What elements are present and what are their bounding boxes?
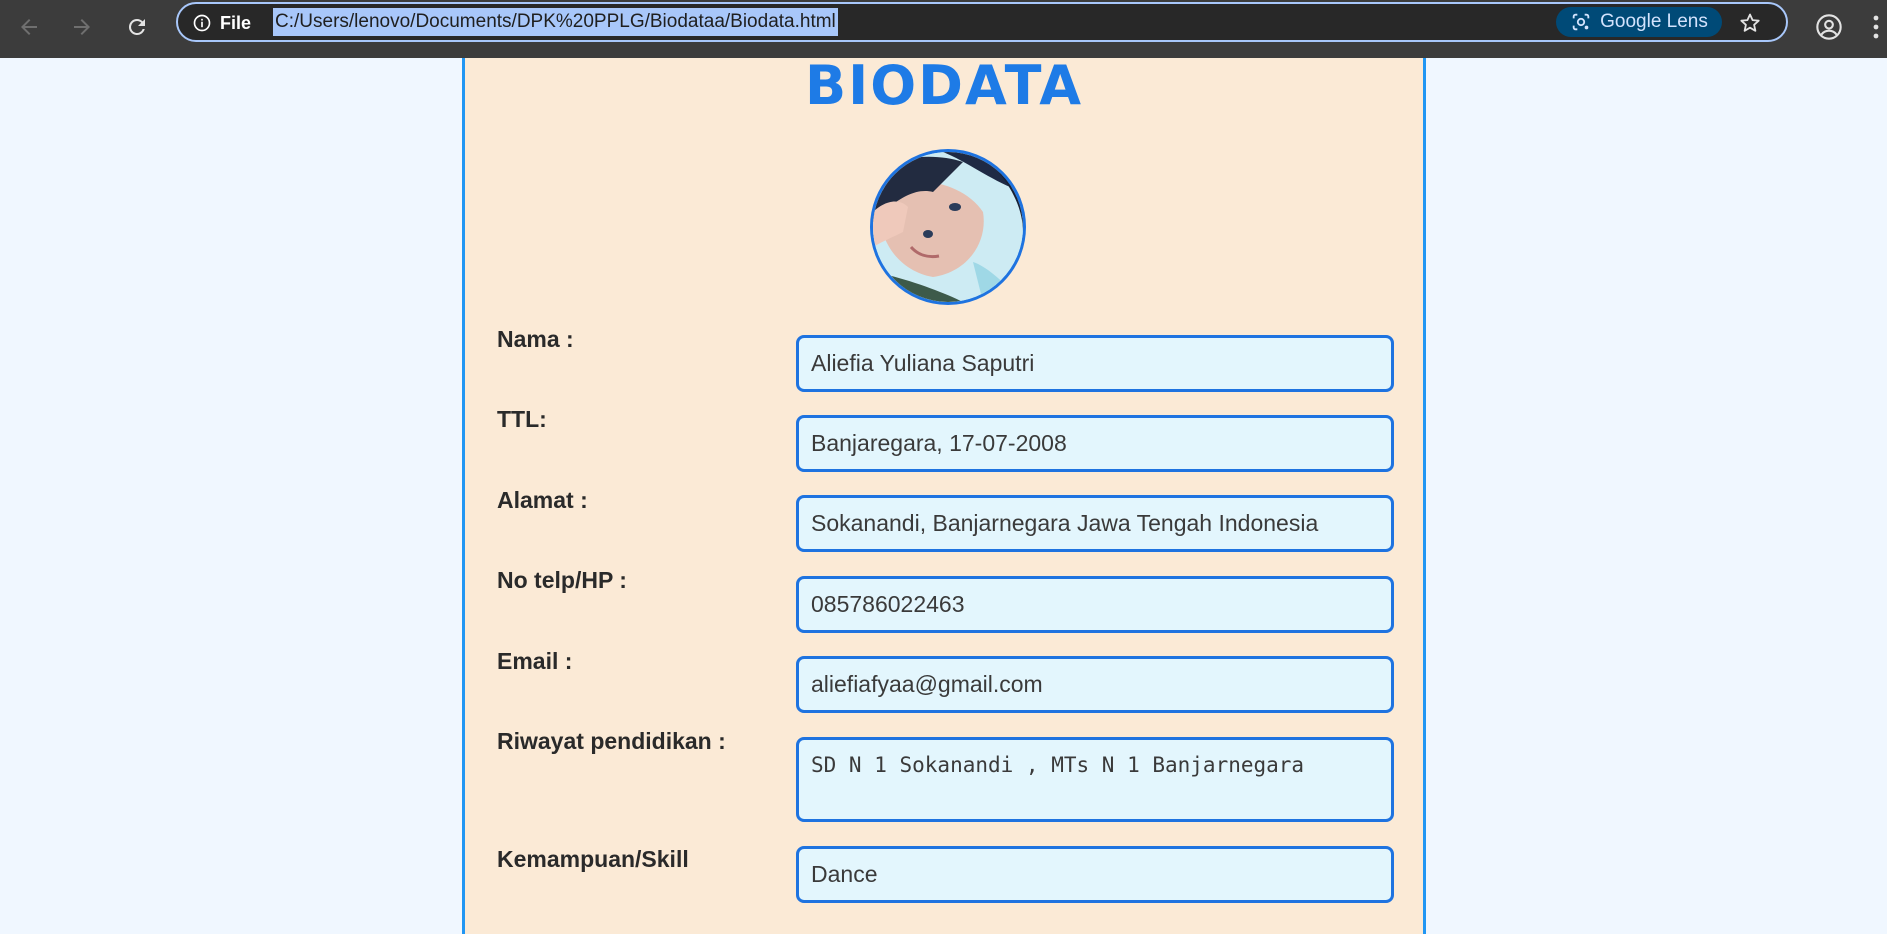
label-email: Email : (497, 648, 573, 674)
reload-icon (128, 18, 145, 35)
bookmark-button[interactable] (1734, 7, 1766, 39)
site-info-button[interactable]: File (192, 12, 251, 34)
page-title: BIODATA (804, 54, 1083, 117)
browser-menu-button[interactable] (1866, 6, 1886, 48)
url-text[interactable]: C:/Users/lenovo/Documents/DPK%20PPLG/Bio… (273, 8, 838, 36)
browser-toolbar: File C:/Users/lenovo/Documents/DPK%20PPL… (0, 0, 1887, 58)
profile-icon (1816, 14, 1842, 40)
info-icon (193, 14, 211, 32)
label-alamat: Alamat : (497, 487, 588, 513)
email-input[interactable] (796, 656, 1394, 713)
profile-button[interactable] (1808, 6, 1850, 48)
lens-icon (1572, 13, 1590, 31)
kemampuan-skill-input[interactable] (796, 846, 1394, 903)
arrow-left-icon (21, 19, 37, 35)
alamat-input[interactable] (796, 495, 1394, 552)
forward-button[interactable] (62, 7, 102, 47)
star-icon (1740, 13, 1760, 32)
reload-button[interactable] (117, 7, 157, 47)
more-vertical-icon (1873, 15, 1879, 39)
profile-photo (870, 149, 1026, 305)
google-lens-button[interactable]: Google Lens (1556, 7, 1722, 37)
label-ttl: TTL: (497, 406, 547, 432)
back-button[interactable] (9, 7, 49, 47)
profile-photo-image (873, 152, 1023, 302)
no-telp-input[interactable] (796, 576, 1394, 633)
site-info-label: File (220, 12, 252, 33)
address-bar[interactable]: File C:/Users/lenovo/Documents/DPK%20PPL… (176, 2, 1788, 42)
label-no-telp: No telp/HP : (497, 567, 627, 593)
label-kemampuan-skill: Kemampuan/Skill (497, 846, 689, 872)
ttl-input[interactable] (796, 415, 1394, 472)
biodata-card: BIODATA Nama : TTL: Alamat : No telp/HP … (462, 58, 1426, 934)
arrow-right-icon (74, 19, 90, 35)
label-nama: Nama : (497, 326, 574, 352)
google-lens-label: Google Lens (1600, 11, 1708, 32)
label-riwayat-pendidikan: Riwayat pendidikan : (497, 728, 726, 754)
riwayat-pendidikan-textarea[interactable]: SD N 1 Sokanandi , MTs N 1 Banjarnegara (796, 737, 1394, 822)
nama-input[interactable] (796, 335, 1394, 392)
